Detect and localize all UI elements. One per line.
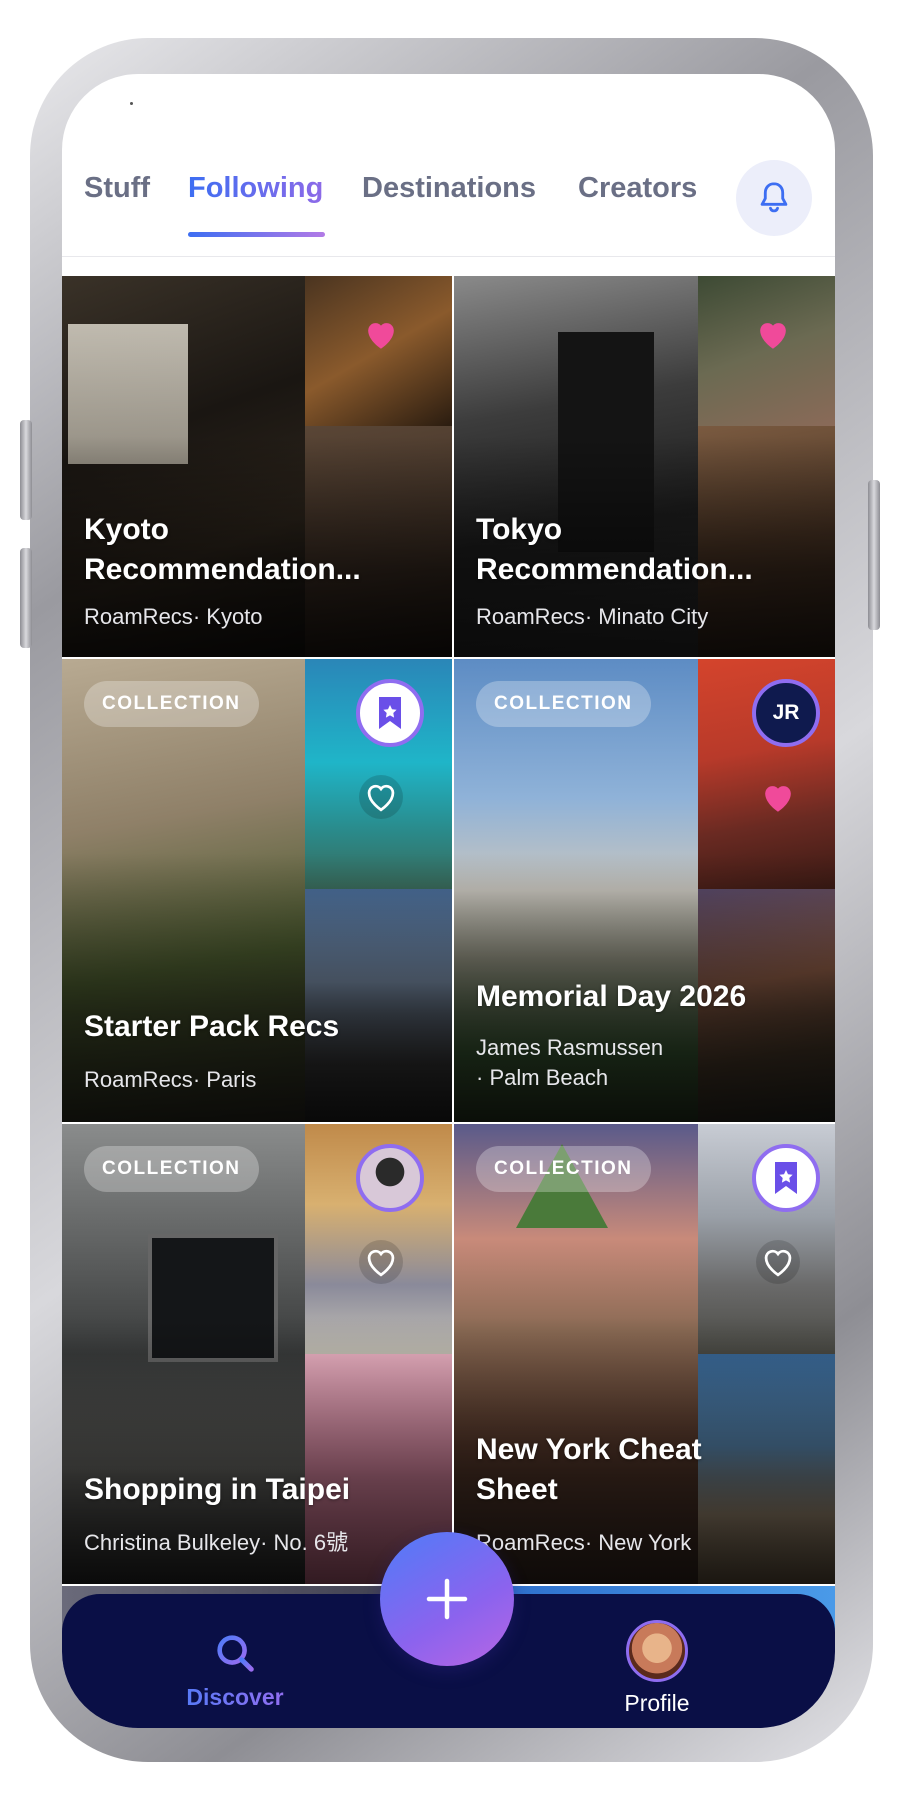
- volume-up-button: [20, 420, 32, 520]
- tab-stuff[interactable]: Stuff: [84, 172, 150, 205]
- owner-avatar-initials[interactable]: JR: [752, 679, 820, 747]
- liked-heart-icon[interactable]: [359, 312, 403, 356]
- power-button: [868, 480, 880, 630]
- card-meta: Christina Bulkeley· No. 6號: [84, 1530, 349, 1555]
- nav-discover-label: Discover: [170, 1684, 300, 1711]
- active-tab-indicator: [188, 232, 325, 237]
- screen: Stuff Following Destinations Creators Ky…: [62, 74, 835, 1728]
- card-shopping-taipei[interactable]: COLLECTION Shopping in Taipei Christina …: [62, 1124, 452, 1584]
- plus-icon: [426, 1578, 468, 1620]
- bookmark-icon: [775, 1162, 797, 1194]
- nav-discover[interactable]: Discover: [170, 1630, 300, 1711]
- tab-following[interactable]: Following: [188, 172, 323, 205]
- card-new-york[interactable]: COLLECTION New York Cheat Sheet RoamRecs…: [454, 1124, 835, 1584]
- tab-creators[interactable]: Creators: [578, 172, 697, 205]
- card-meta: RoamRecs· Kyoto: [84, 604, 263, 629]
- collection-badge: COLLECTION: [476, 1146, 651, 1192]
- collection-badge: COLLECTION: [476, 681, 651, 727]
- nav-profile-label: Profile: [624, 1690, 690, 1716]
- card-title: Kyoto Recommendation...: [84, 513, 361, 586]
- profile-avatar: [626, 1620, 688, 1682]
- owner-avatar[interactable]: [752, 1144, 820, 1212]
- heart-outline-icon[interactable]: [756, 1240, 800, 1284]
- bookmark-icon: [379, 697, 401, 729]
- card-meta: RoamRecs· Minato City: [476, 604, 709, 629]
- card-meta: RoamRecs· Paris: [84, 1067, 257, 1092]
- heart-outline-icon[interactable]: [359, 775, 403, 819]
- notifications-button[interactable]: [736, 160, 812, 236]
- owner-avatar-photo[interactable]: [356, 1144, 424, 1212]
- card-title: Tokyo Recommendation...: [476, 513, 753, 586]
- heart-outline-icon[interactable]: [359, 1240, 403, 1284]
- card-tokyo[interactable]: Tokyo Recommendation... RoamRecs· Minato…: [454, 276, 835, 657]
- liked-heart-icon[interactable]: [751, 312, 795, 356]
- add-button[interactable]: [380, 1532, 514, 1666]
- owner-avatar[interactable]: [356, 679, 424, 747]
- collection-badge: COLLECTION: [84, 1146, 259, 1192]
- card-title: New York Cheat Sheet: [476, 1433, 702, 1506]
- status-bar: [130, 102, 133, 105]
- bell-icon: [760, 182, 788, 213]
- card-title: Starter Pack Recs: [84, 1010, 340, 1043]
- collection-badge: COLLECTION: [84, 681, 259, 727]
- top-tab-bar: [62, 154, 835, 257]
- volume-down-button: [20, 548, 32, 648]
- card-starter-pack[interactable]: COLLECTION Starter Pack Recs RoamRecs· P…: [62, 659, 452, 1122]
- card-meta: James Rasmussen · Palm Beach: [476, 1035, 664, 1090]
- liked-heart-icon[interactable]: [756, 775, 800, 819]
- nav-profile[interactable]: Profile: [592, 1620, 722, 1717]
- search-icon: [217, 1635, 254, 1672]
- card-meta: RoamRecs· New York: [476, 1530, 692, 1555]
- tab-destinations[interactable]: Destinations: [362, 172, 536, 205]
- card-title: Shopping in Taipei: [84, 1473, 351, 1506]
- card-kyoto[interactable]: Kyoto Recommendation... RoamRecs· Kyoto: [62, 276, 452, 657]
- card-memorial-day[interactable]: COLLECTION JR Memorial Day 2026 James Ra…: [454, 659, 835, 1122]
- card-title: Memorial Day 2026: [476, 980, 747, 1013]
